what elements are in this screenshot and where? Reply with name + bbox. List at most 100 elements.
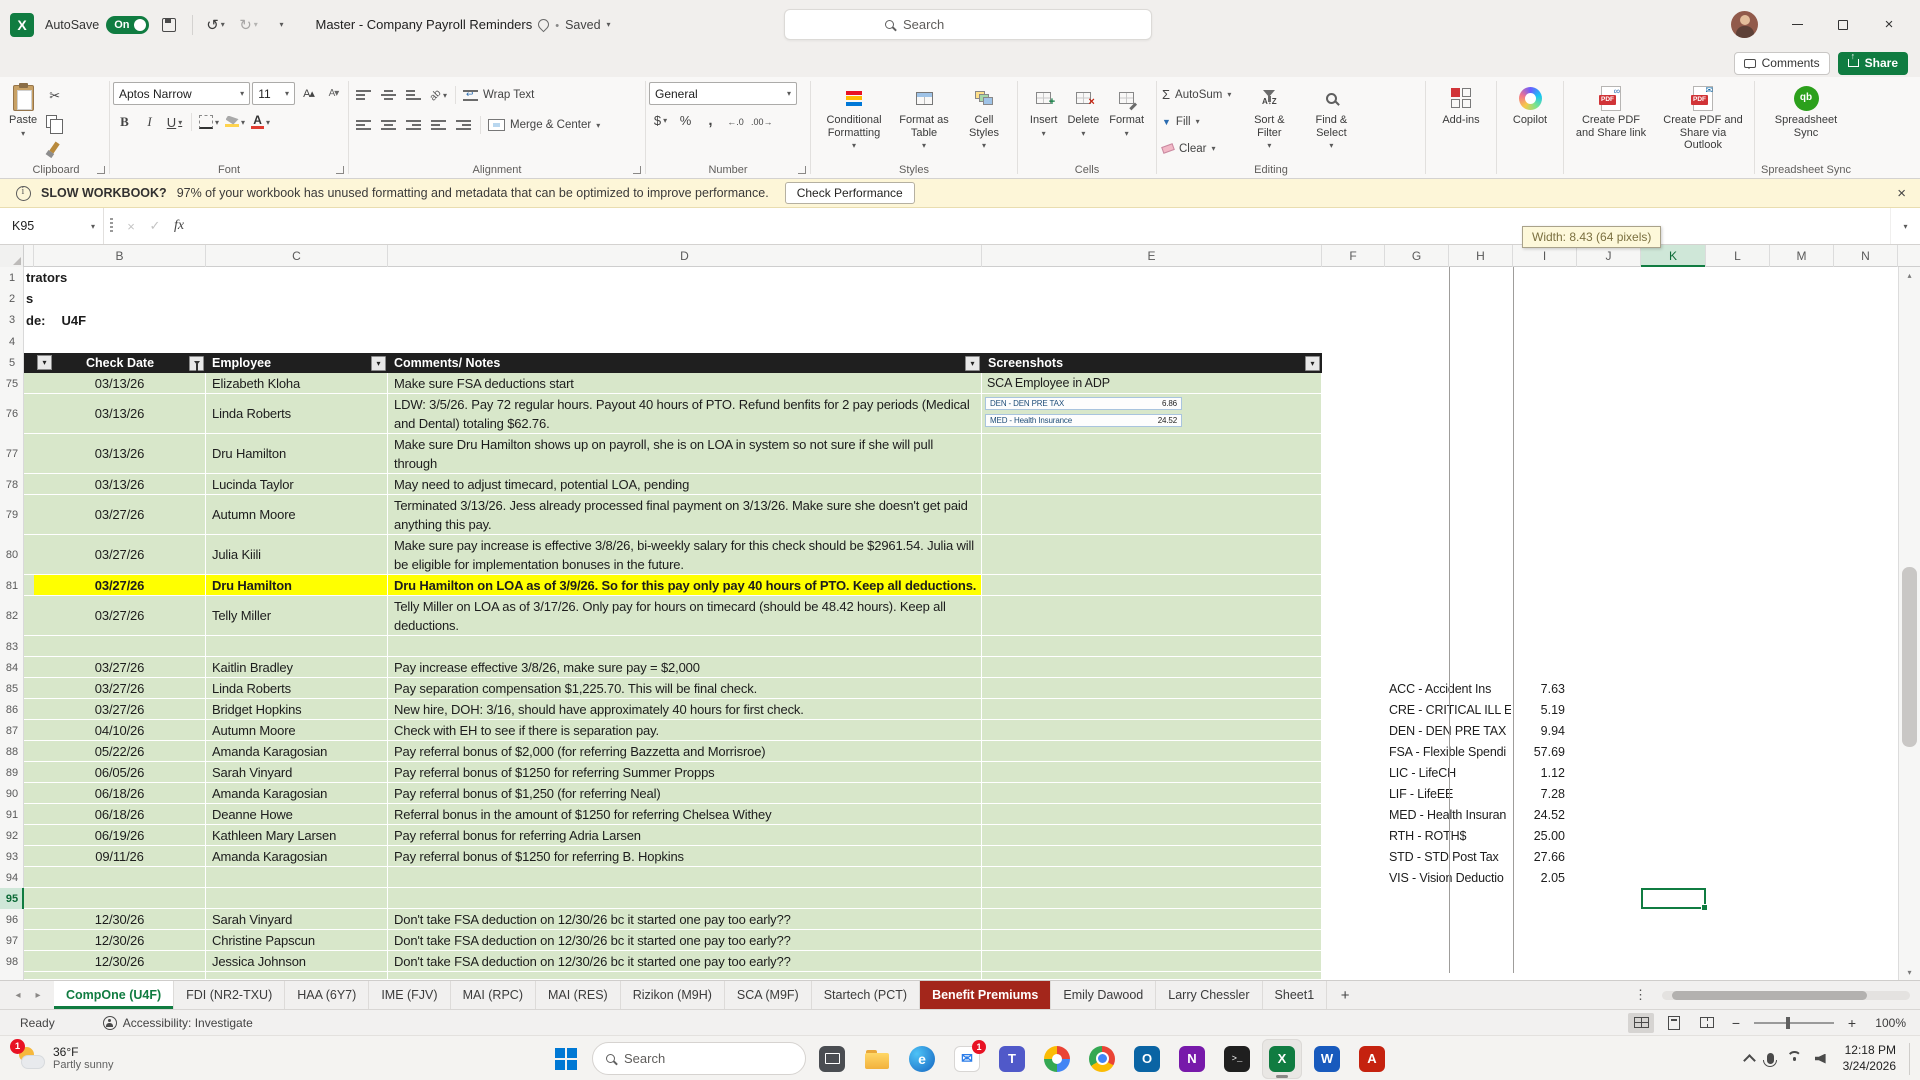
autosave-toggle[interactable]: On (106, 16, 148, 34)
column-header-E[interactable]: E (982, 245, 1322, 267)
wifi-icon[interactable] (1787, 1051, 1802, 1066)
cell[interactable]: DEN - DEN PRE TAX6.86MED - Health Insura… (982, 394, 1322, 434)
deduction-value[interactable]: 9.94 (1513, 720, 1571, 741)
page-break-view-button[interactable] (1694, 1013, 1720, 1033)
row-header-95[interactable]: 95 (0, 888, 24, 909)
cell[interactable] (982, 825, 1322, 846)
cell[interactable]: Pay referral bonus of $1250 for referrin… (388, 762, 982, 783)
cell[interactable] (982, 846, 1322, 867)
cell[interactable]: 03/13/26 (34, 434, 206, 474)
cell[interactable]: Linda Roberts (206, 678, 388, 699)
file-explorer[interactable] (857, 1039, 897, 1079)
copilot-button[interactable]: Copilot (1510, 82, 1550, 129)
insert-function-icon[interactable]: fx (167, 214, 191, 238)
onenote[interactable] (1172, 1039, 1212, 1079)
cell[interactable] (982, 699, 1322, 720)
adobe-acrobat[interactable] (1352, 1039, 1392, 1079)
deduction-value[interactable]: 2.05 (1513, 867, 1571, 888)
increase-font-button[interactable] (297, 82, 320, 105)
cell[interactable]: Elizabeth Kloha (206, 373, 388, 394)
cell[interactable]: Linda Roberts (206, 394, 388, 434)
row-header-75[interactable]: 75 (0, 373, 24, 394)
font-color-button[interactable]: A▾ (249, 111, 272, 134)
cell[interactable]: Julia Kiili (206, 535, 388, 575)
account-avatar[interactable] (1731, 11, 1758, 38)
cell[interactable] (388, 636, 982, 657)
sort-filter-button[interactable]: A↓Z Sort & Filter▾ (1241, 82, 1297, 152)
save-button[interactable] (156, 12, 182, 38)
sheet-tab[interactable]: MAI (RES) (536, 981, 621, 1009)
decrease-font-button[interactable] (322, 82, 345, 105)
cell[interactable]: Dru Hamilton on LOA as of 3/9/26. So for… (388, 575, 982, 596)
pin-icon[interactable] (536, 17, 552, 33)
clear-button[interactable]: Clear▾ (1160, 137, 1233, 160)
row-header-82[interactable]: 82 (0, 596, 24, 636)
row-header-3[interactable]: 3 (0, 309, 24, 331)
name-box[interactable]: K95▾ (0, 208, 104, 244)
cell[interactable] (388, 972, 982, 980)
vertical-scroll-thumb[interactable] (1902, 567, 1917, 747)
cell[interactable]: Don't take FSA deduction on 12/30/26 bc … (388, 951, 982, 972)
column-header-K[interactable]: K (1641, 245, 1706, 267)
row-header-90[interactable]: 90 (0, 783, 24, 804)
cell[interactable]: 03/27/26 (34, 657, 206, 678)
sheet-tab[interactable]: Rizikon (M9H) (621, 981, 725, 1009)
table-header-B[interactable]: Check Date (34, 353, 206, 373)
microsoft-teams[interactable] (992, 1039, 1032, 1079)
enter-icon[interactable]: ✓ (143, 214, 167, 238)
cell[interactable]: Telly Miller (206, 596, 388, 636)
cell[interactable]: Jessica Johnson (206, 951, 388, 972)
cell[interactable] (34, 972, 206, 980)
cell[interactable]: Make sure Dru Hamilton shows up on payro… (388, 434, 982, 474)
row-header-4[interactable]: 4 (0, 331, 24, 353)
deduction-value[interactable]: 25.00 (1513, 825, 1571, 846)
spreadsheet-sync-button[interactable]: Spreadsheet Sync (1760, 82, 1852, 141)
comma-style-button[interactable] (699, 109, 722, 132)
clipboard-dialog-launcher[interactable] (97, 166, 105, 174)
deduction-value[interactable]: 7.63 (1513, 678, 1571, 699)
row-header-94[interactable]: 94 (0, 867, 24, 888)
bold-button[interactable]: B (113, 111, 136, 134)
autosum-button[interactable]: AutoSum▾ (1160, 83, 1233, 106)
align-right-button[interactable] (402, 114, 425, 137)
sheet-tab[interactable]: SCA (M9F) (725, 981, 812, 1009)
increase-decimal-button[interactable] (724, 109, 747, 132)
cell[interactable]: 03/27/26 (34, 535, 206, 575)
cell[interactable]: s (26, 288, 33, 309)
align-left-button[interactable] (352, 114, 375, 137)
row-header-86[interactable]: 86 (0, 699, 24, 720)
cell[interactable]: Kathleen Mary Larsen (206, 825, 388, 846)
row-header-77[interactable]: 77 (0, 434, 24, 474)
cell[interactable]: Amanda Karagosian (206, 783, 388, 804)
deduction-value[interactable]: 1.12 (1513, 762, 1571, 783)
cell[interactable] (982, 636, 1322, 657)
cell[interactable]: Lucinda Taylor (206, 474, 388, 495)
cell[interactable]: de:U4F (26, 309, 86, 331)
desktop-app[interactable] (812, 1039, 852, 1079)
cell[interactable] (982, 972, 1322, 980)
taskbar-clock[interactable]: 12:18 PM 3/24/2026 (1843, 1043, 1896, 1074)
comments-button[interactable]: Comments (1734, 52, 1830, 75)
underline-button[interactable]: U▾ (163, 111, 186, 134)
excel-logo[interactable] (10, 13, 34, 37)
normal-view-button[interactable] (1628, 1013, 1654, 1033)
row-header-85[interactable]: 85 (0, 678, 24, 699)
sheet-tab[interactable]: CompOne (U4F) (54, 981, 174, 1009)
cell[interactable] (34, 888, 206, 909)
font-size-select[interactable]: 11▾ (252, 82, 295, 105)
deduction-value[interactable]: 27.66 (1513, 846, 1571, 867)
cell[interactable]: 03/27/26 (34, 699, 206, 720)
cell[interactable] (982, 495, 1322, 535)
wrap-text-button[interactable]: Wrap Text (461, 84, 536, 107)
cell[interactable] (982, 474, 1322, 495)
create-pdf-share-link-button[interactable]: Create PDF and Share link (1569, 82, 1653, 141)
format-cells-button[interactable]: Format▾ (1106, 82, 1147, 140)
cell[interactable]: Dru Hamilton (206, 575, 388, 596)
column-header-B[interactable]: B (34, 245, 206, 267)
scroll-up-icon[interactable]: ▴ (1899, 267, 1920, 283)
row-header-80[interactable]: 80 (0, 535, 24, 575)
filter-button-D[interactable]: ▾ (965, 356, 980, 371)
cell[interactable]: 06/18/26 (34, 804, 206, 825)
cell[interactable]: Kaitlin Bradley (206, 657, 388, 678)
taskbar-search[interactable]: Search (592, 1042, 806, 1075)
